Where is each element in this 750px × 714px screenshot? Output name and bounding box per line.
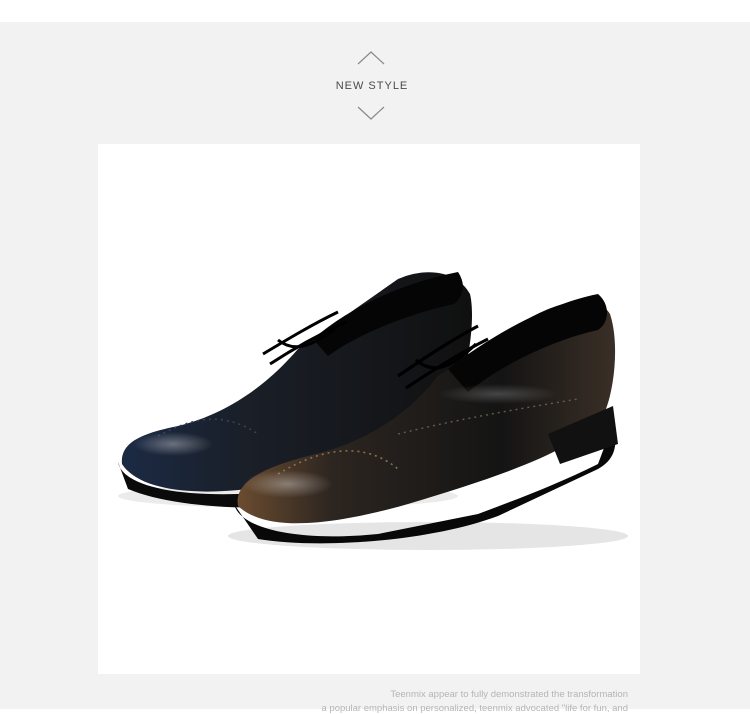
section-heading: NEW STYLE	[335, 80, 409, 92]
chevron-up-icon	[356, 50, 386, 66]
caption-line-1: Teenmix appear to fully demonstrated the…	[390, 689, 628, 700]
product-photo	[98, 144, 640, 674]
chevron-down-icon	[356, 105, 386, 121]
brogue-shoes-illustration	[118, 272, 628, 550]
